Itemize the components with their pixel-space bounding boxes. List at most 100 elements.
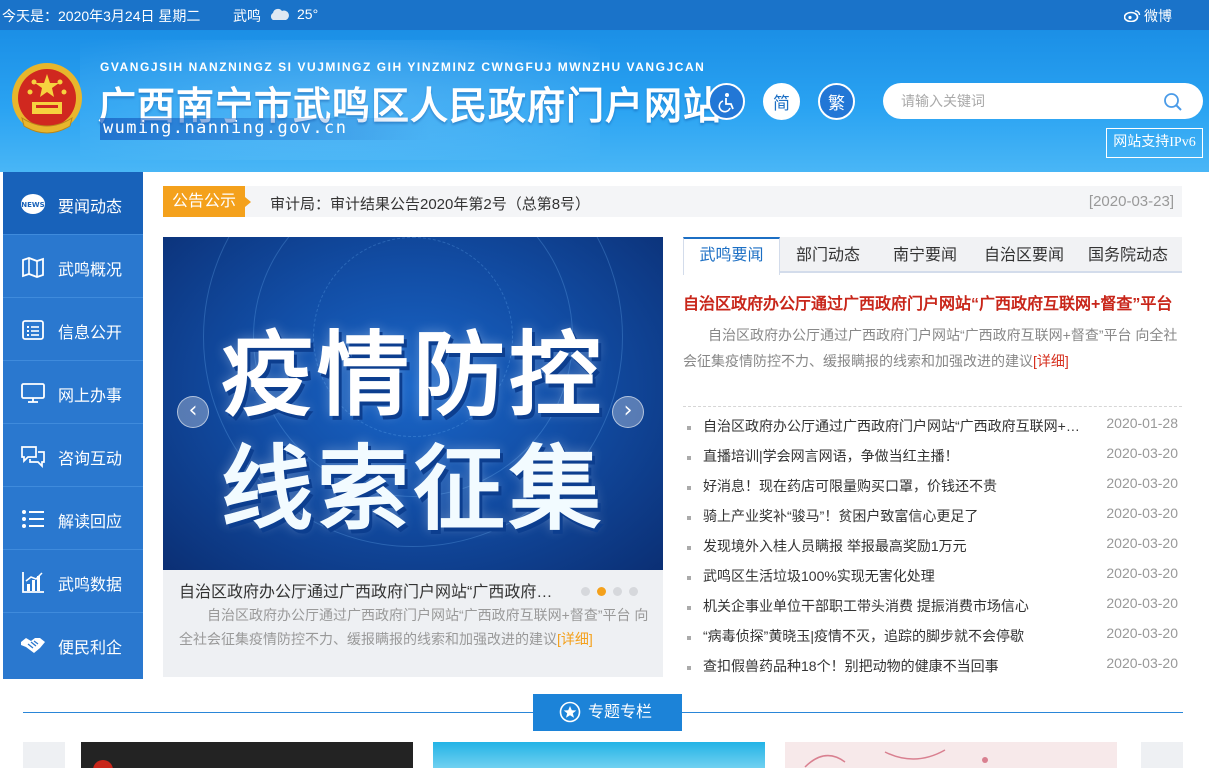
announcement-bar: 公告公示 审计局：审计结果公告2020年第2号（总第8号） [2020-03-2…: [163, 186, 1182, 217]
list-item[interactable]: 发现境外入桂人员瞒报 举报最高奖励1万元 2020-03-20: [683, 534, 1182, 564]
carousel-dot-active[interactable]: [597, 587, 606, 596]
tab-nanning-news[interactable]: 南宁要闻: [876, 237, 974, 273]
search-input[interactable]: [901, 91, 1151, 111]
card-thumbnail-art: [93, 760, 113, 768]
divider: [683, 406, 1182, 407]
carousel-slide-image[interactable]: 疫情防控 线索征集 ‹ ›: [163, 237, 663, 570]
special-card[interactable]: [785, 742, 1117, 768]
list-item[interactable]: 直播培训|学会网言网语，争做当红主播！ 2020-03-20: [683, 444, 1182, 474]
carousel-pagination: [581, 583, 645, 601]
sidebar-item-label: 信息公开: [58, 325, 123, 342]
sidebar-item-label: 便民利企: [58, 640, 123, 657]
carousel-dot[interactable]: [613, 587, 622, 596]
announcement-tag[interactable]: 公告公示: [163, 186, 251, 217]
search-box: [883, 83, 1203, 119]
carousel-next-button[interactable]: ›: [612, 396, 644, 428]
news-title: 查扣假兽药品种18个！别把动物的健康不当回事: [703, 658, 999, 674]
site-domain: wuming.nanning.gov.cn: [100, 118, 430, 140]
tab-region-news[interactable]: 自治区要闻: [974, 237, 1074, 273]
wheelchair-icon: [718, 92, 734, 112]
special-prev-button[interactable]: [23, 742, 65, 768]
slide-headline-line2: 线索征集: [220, 436, 605, 543]
carousel-caption-title[interactable]: 自治区政府办公厅通过广西政府门户网站“广西政府互联网+督查”平台: [179, 578, 564, 602]
map-icon: [22, 257, 44, 278]
tab-wuming-news[interactable]: 武鸣要闻: [683, 237, 780, 275]
document-list-icon: [22, 320, 44, 340]
card-thumbnail-art: [804, 749, 988, 768]
headline-summary-text: 自治区政府办公厅通过广西政府门户网站“广西政府互联网+督查”平台 向全社会征集疫…: [683, 327, 1178, 369]
special-card[interactable]: [433, 742, 765, 768]
carousel-more-link[interactable]: [详细]: [557, 631, 593, 647]
site-name-pinyin: GVANGJSIH NANZNINGZ SI VUJMINGZ GIH YINZ…: [100, 60, 706, 74]
list-icon: [22, 510, 44, 528]
sidebar-item-online-services[interactable]: 网上办事: [3, 361, 143, 424]
sidebar-item-news[interactable]: NEWS 要闻动态: [3, 172, 143, 235]
sidebar-item-consultation[interactable]: 咨询互动: [3, 424, 143, 487]
cloud-icon: [270, 8, 289, 20]
sidebar-item-interpretation[interactable]: 解读回应: [3, 487, 143, 550]
news-date: 2020-03-20: [1106, 535, 1178, 551]
news-title: 机关企事业单位干部职工带头消费 提振消费市场信心: [703, 598, 1029, 614]
news-title: 直播培训|学会网言网语，争做当红主播！: [703, 448, 959, 464]
tab-department-news[interactable]: 部门动态: [780, 237, 876, 273]
ipv6-badge: 网站支持IPv6: [1106, 128, 1203, 158]
bullet-icon: [687, 486, 691, 490]
sidebar-item-public-services[interactable]: 便民利企: [3, 613, 143, 679]
sidebar-item-overview[interactable]: 武鸣概况: [3, 235, 143, 298]
handshake-icon: [21, 638, 45, 653]
announcement-link[interactable]: 审计局：审计结果公告2020年第2号（总第8号）: [270, 193, 590, 214]
sidebar-item-label: 解读回应: [58, 514, 123, 531]
sidebar-item-data[interactable]: 武鸣数据: [3, 550, 143, 613]
search-icon[interactable]: [1163, 92, 1183, 112]
news-date: 2020-01-28: [1106, 415, 1178, 431]
monitor-icon: [21, 383, 45, 403]
news-title: 武鸣区生活垃圾100%实现无害化处理: [703, 568, 935, 584]
list-item[interactable]: 查扣假兽药品种18个！别把动物的健康不当回事 2020-03-20: [683, 654, 1182, 684]
announcement-date: [2020-03-23]: [1088, 193, 1174, 210]
special-card[interactable]: [81, 742, 413, 768]
carousel-prev-button[interactable]: ‹: [177, 396, 209, 428]
news-title: 好消息！现在药店可限量购买口罩，价钱还不贵: [703, 478, 997, 494]
news-date: 2020-03-20: [1106, 505, 1178, 521]
chat-icon: [21, 446, 45, 468]
carousel-dot[interactable]: [629, 587, 638, 596]
weather-temperature: 25°: [297, 6, 319, 22]
special-column-button[interactable]: 专题专栏: [533, 694, 682, 731]
carousel-caption-desc: 自治区政府办公厅通过广西政府门户网站“广西政府互联网+督查”平台 向全社会征集疫…: [179, 603, 649, 651]
simplified-chinese-button[interactable]: 简: [763, 83, 800, 120]
traditional-chinese-button[interactable]: 繁: [818, 83, 855, 120]
news-date: 2020-03-20: [1106, 445, 1178, 461]
sidebar-item-label: 武鸣数据: [58, 577, 123, 594]
top-headline[interactable]: 自治区政府办公厅通过广西政府门户网站“广西政府互联网+督查”平台: [683, 290, 1182, 314]
weibo-icon: [1124, 10, 1141, 22]
list-item[interactable]: “病毒侦探”黄晓玉|疫情不灭，追踪的脚步就不会停歇 2020-03-20: [683, 624, 1182, 654]
news-date: 2020-03-20: [1106, 595, 1178, 611]
accessibility-button[interactable]: [708, 83, 745, 120]
national-emblem-icon[interactable]: [8, 60, 86, 140]
list-item[interactable]: 好消息！现在药店可限量购买口罩，价钱还不贵 2020-03-20: [683, 474, 1182, 504]
chevron-right-icon: ›: [623, 398, 633, 423]
bar-chart-icon: [22, 572, 44, 593]
list-item[interactable]: 骑上产业奖补“骏马”！贫困户致富信心更足了 2020-03-20: [683, 504, 1182, 534]
headline-more-link[interactable]: [详细]: [1033, 353, 1069, 369]
top-bar: 今天是：2020年3月24日 星期二 武鸣 25° 微博: [0, 0, 1209, 30]
news-date: 2020-03-20: [1106, 655, 1178, 671]
list-item[interactable]: 机关企事业单位干部职工带头消费 提振消费市场信心 2020-03-20: [683, 594, 1182, 624]
sidebar-item-label: 网上办事: [58, 388, 123, 405]
special-next-button[interactable]: [1141, 742, 1183, 768]
list-item[interactable]: 自治区政府办公厅通过广西政府门户网站“广西政府互联网+督查”平台 2020-01-…: [683, 414, 1182, 444]
news-icon: NEWS: [21, 194, 45, 214]
carousel-dot[interactable]: [581, 587, 590, 596]
bullet-icon: [687, 576, 691, 580]
bullet-icon: [687, 546, 691, 550]
list-item[interactable]: 武鸣区生活垃圾100%实现无害化处理 2020-03-20: [683, 564, 1182, 594]
news-title: “病毒侦探”黄晓玉|疫情不灭，追踪的脚步就不会停歇: [703, 628, 1024, 644]
weibo-link[interactable]: 微博: [1124, 6, 1172, 26]
news-tabs: 武鸣要闻 部门动态 南宁要闻 自治区要闻 国务院动态: [683, 237, 1182, 275]
sidebar-item-info-disclosure[interactable]: 信息公开: [3, 298, 143, 361]
current-date: 今天是：2020年3月24日 星期二: [2, 8, 201, 24]
headline-summary: 自治区政府办公厅通过广西政府门户网站“广西政府互联网+督查”平台 向全社会征集疫…: [683, 322, 1182, 374]
weibo-label: 微博: [1144, 8, 1172, 24]
tab-state-council-news[interactable]: 国务院动态: [1074, 237, 1182, 273]
news-date: 2020-03-20: [1106, 475, 1178, 491]
